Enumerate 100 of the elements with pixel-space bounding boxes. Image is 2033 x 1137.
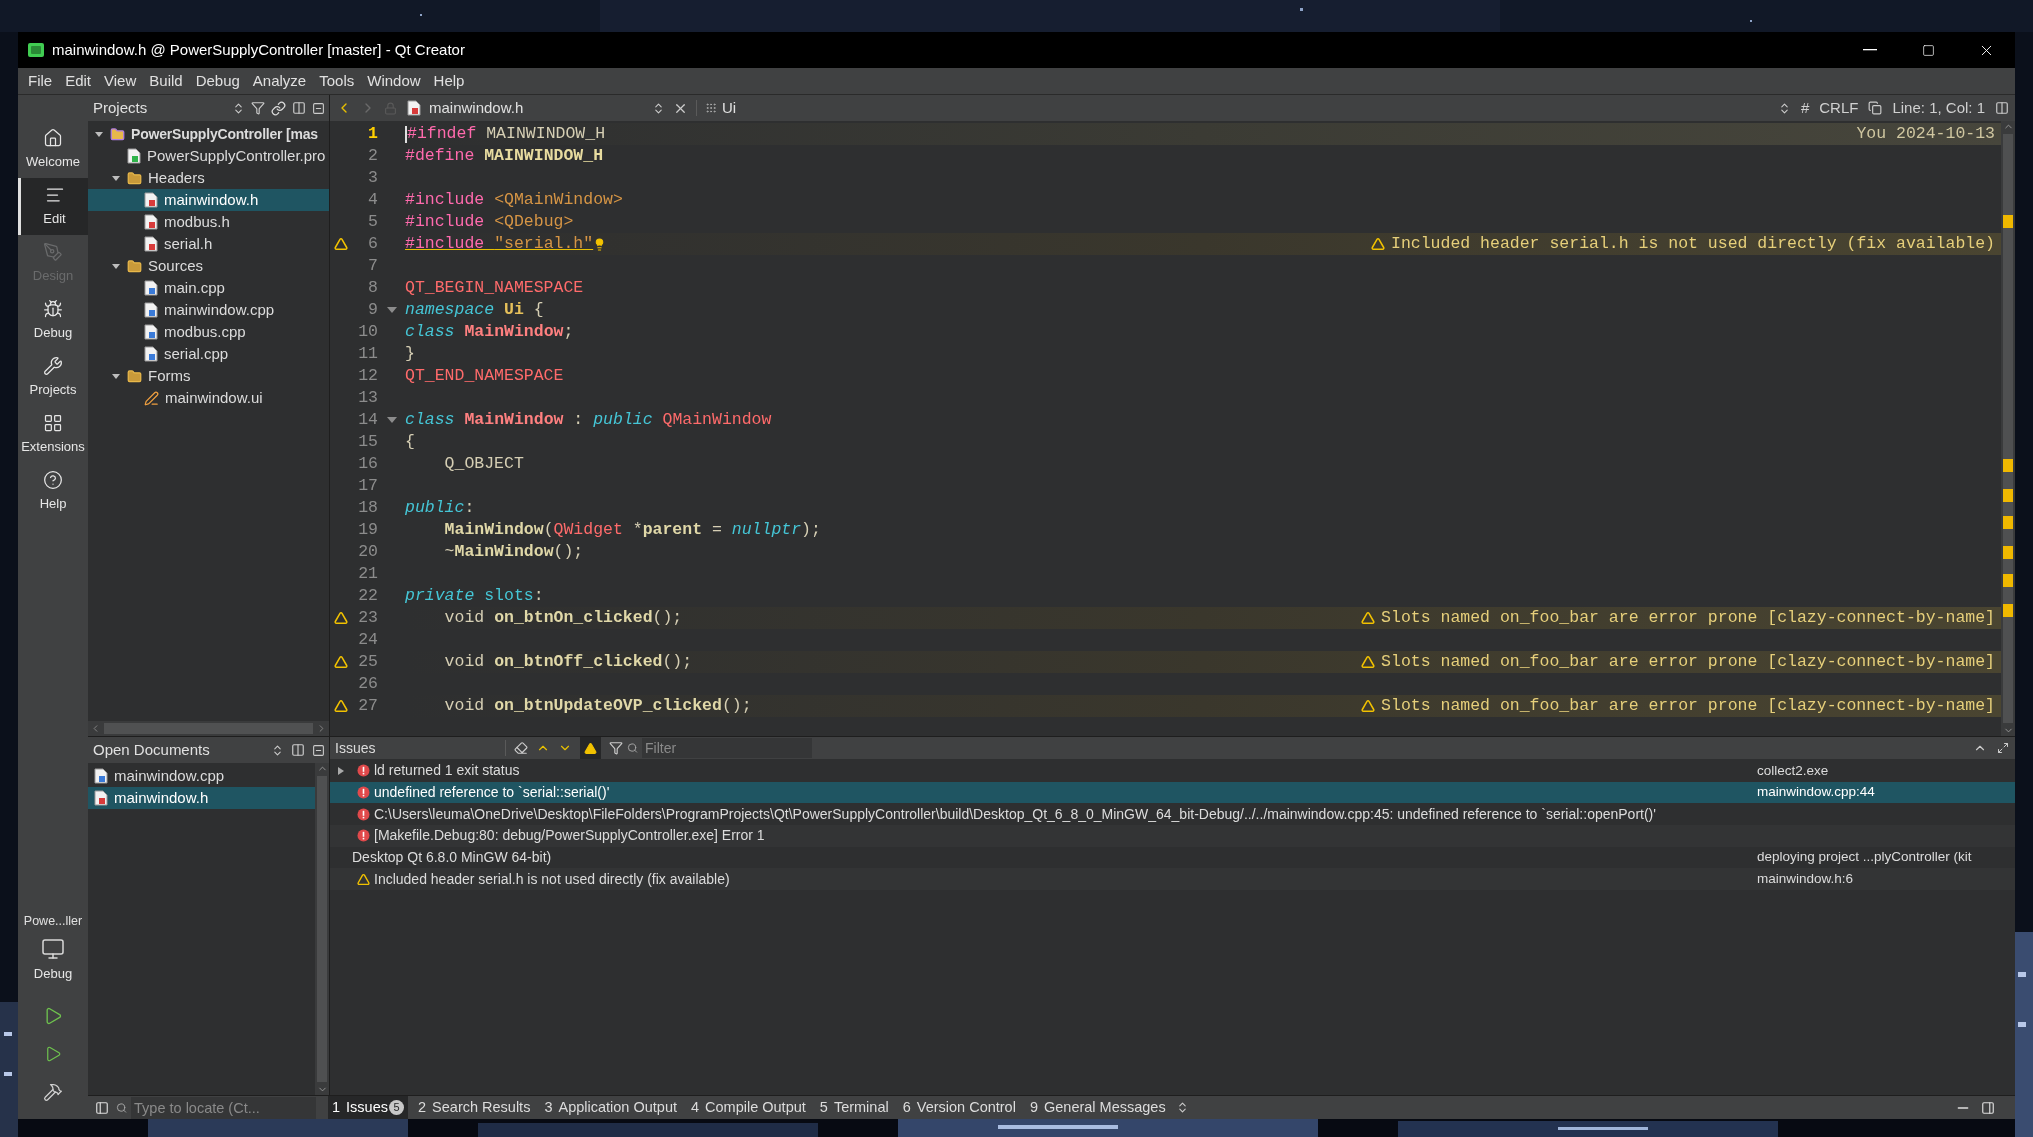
mode-button[interactable]: Edit (18, 178, 88, 235)
issue-text: Included header serial.h is not used directly (fix available) (374, 869, 731, 889)
menu-item[interactable]: Analyze (246, 69, 313, 93)
code-line: ~MainWindow(); (443, 540, 584, 563)
tree-item[interactable]: serial.cpp (88, 343, 329, 365)
output-tab[interactable]: 1 Issues 5 (328, 1096, 408, 1119)
search-icon (627, 742, 638, 754)
output-tab[interactable]: 6 Version Control (898, 1096, 1020, 1119)
split-icon[interactable] (1995, 101, 2009, 115)
menu-item[interactable]: Tools (313, 69, 361, 93)
play-icon (44, 1045, 62, 1063)
mode-button[interactable]: Extensions (18, 406, 88, 463)
tree-item[interactable]: Forms (88, 365, 329, 387)
minimize-icon (1863, 49, 1877, 51)
code-line: } (405, 342, 415, 365)
output-tab[interactable]: 4 Compile Output (687, 1096, 810, 1119)
source-file-icon (144, 346, 158, 362)
encoding-icon[interactable] (1868, 101, 1883, 115)
split-icon[interactable] (291, 743, 305, 757)
issue-row[interactable]: [Makefile.Debug:80: debug/PowerSupplyController.exe] Error 1 (330, 825, 2015, 847)
line-ending-label[interactable]: CRLF (1819, 96, 1859, 120)
link-icon[interactable] (271, 100, 286, 116)
output-tab[interactable]: 9 General Messages (1025, 1096, 1170, 1119)
document-item[interactable]: mainwindow.cpp (88, 765, 315, 787)
expand-arrow-icon[interactable] (111, 173, 121, 183)
fold-arrow-icon[interactable] (386, 416, 397, 424)
filter-field[interactable]: Filter (642, 738, 812, 758)
issue-location: mainwindow.cpp:44 (1757, 783, 1876, 802)
kit-selector[interactable]: Debug (18, 936, 88, 983)
tree-item[interactable]: main.cpp (88, 277, 329, 299)
grid-icon (43, 412, 63, 433)
tree-item[interactable]: modbus.h (88, 211, 329, 233)
maximize-icon (1921, 43, 1935, 57)
vertical-scrollbar[interactable] (2001, 121, 2015, 736)
maximize-icon[interactable] (1997, 742, 2009, 754)
split-icon[interactable] (292, 101, 306, 115)
tree-item[interactable]: serial.h (88, 233, 329, 255)
locator-field[interactable]: Type to locate (Ct... (131, 1096, 316, 1119)
folder-icon (127, 258, 142, 274)
expand-arrow-icon[interactable] (94, 129, 104, 139)
tree-item[interactable]: mainwindow.ui (88, 387, 329, 409)
tree-item[interactable]: mainwindow.h (88, 189, 329, 211)
menu-item[interactable]: Help (427, 69, 471, 93)
filter-icon[interactable] (251, 101, 265, 115)
home-icon (43, 127, 63, 148)
expand-arrow-icon[interactable] (111, 261, 121, 271)
file-selector[interactable]: mainwindow.h (405, 96, 665, 120)
mode-button[interactable]: Help (18, 463, 88, 520)
tree-item[interactable]: modbus.cpp (88, 321, 329, 343)
tree-item[interactable]: PowerSupplyController.pro (88, 145, 329, 167)
window-title: mainwindow.h @ PowerSupplyController [master] - Qt Creator (52, 39, 465, 60)
cursor-position[interactable]: Line: 1, Col: 1 (1892, 96, 1985, 120)
line-number: 9 (367, 298, 378, 321)
menu-item[interactable]: Build (143, 69, 189, 93)
mode-button[interactable]: Welcome (18, 121, 88, 178)
mode-button[interactable]: Projects (18, 349, 88, 406)
close-panel-icon[interactable] (312, 101, 325, 115)
output-tab[interactable]: 2 Search Results (414, 1096, 535, 1119)
document-item[interactable]: mainwindow.h (88, 787, 315, 809)
app-icon (28, 43, 44, 57)
expand-arrow-icon[interactable] (111, 371, 121, 381)
issue-row[interactable]: undefined reference to `serial::serial()' mainwindow.cpp:44 (330, 781, 2015, 804)
sidebar-toggle-icon[interactable] (95, 1100, 109, 1115)
output-tab[interactable]: 5 Terminal (815, 1096, 893, 1119)
menu-item[interactable]: File (22, 69, 59, 93)
header-file-icon (144, 192, 158, 208)
line-number: 16 (357, 452, 378, 475)
bug-icon (43, 298, 63, 319)
updown-icon (652, 101, 665, 115)
filter-icon[interactable] (609, 741, 623, 755)
tree-item[interactable]: Sources (88, 255, 329, 277)
panel-title: Issues (334, 738, 377, 758)
mode-button[interactable]: Debug (18, 292, 88, 349)
expand-arrow-icon[interactable] (337, 765, 345, 776)
hash-label[interactable]: # (1800, 96, 1810, 120)
menu-item[interactable]: View (98, 69, 143, 93)
issue-row[interactable]: Included header serial.h is not used directly (fix available) mainwindow.h:6 (330, 868, 2015, 891)
tree-item[interactable]: PowerSupplyController [mas (88, 123, 329, 145)
horizontal-scrollbar[interactable] (88, 721, 329, 736)
fold-arrow-icon[interactable] (386, 306, 397, 314)
menu-item[interactable]: Window (361, 69, 427, 93)
symbol-icon (705, 102, 717, 114)
header-file-icon (144, 236, 158, 252)
menu-item[interactable]: Debug (189, 69, 246, 93)
tree-item[interactable]: Headers (88, 167, 329, 189)
vertical-scrollbar[interactable] (315, 763, 329, 1095)
updown-icon[interactable] (271, 743, 284, 757)
updown-icon[interactable] (232, 101, 245, 115)
close-panel-icon[interactable] (312, 743, 325, 757)
menu-item[interactable]: Edit (59, 69, 98, 93)
output-tab[interactable]: 3 Application Output (540, 1096, 681, 1119)
warning-filter-toggle[interactable] (580, 737, 601, 759)
clear-icon[interactable] (514, 741, 528, 755)
warning-icon (584, 741, 597, 755)
tree-item[interactable]: mainwindow.cpp (88, 299, 329, 321)
symbol-selector[interactable]: Ui (705, 96, 737, 120)
right-sidebar-toggle-icon[interactable] (1981, 1100, 1995, 1115)
line-number: 6 (367, 232, 378, 255)
code-line: class MainWindow; (405, 320, 574, 343)
inline-annotation: Slots named on_foo_bar are error prone [clazy-connect-by-name] (1381, 650, 1995, 673)
